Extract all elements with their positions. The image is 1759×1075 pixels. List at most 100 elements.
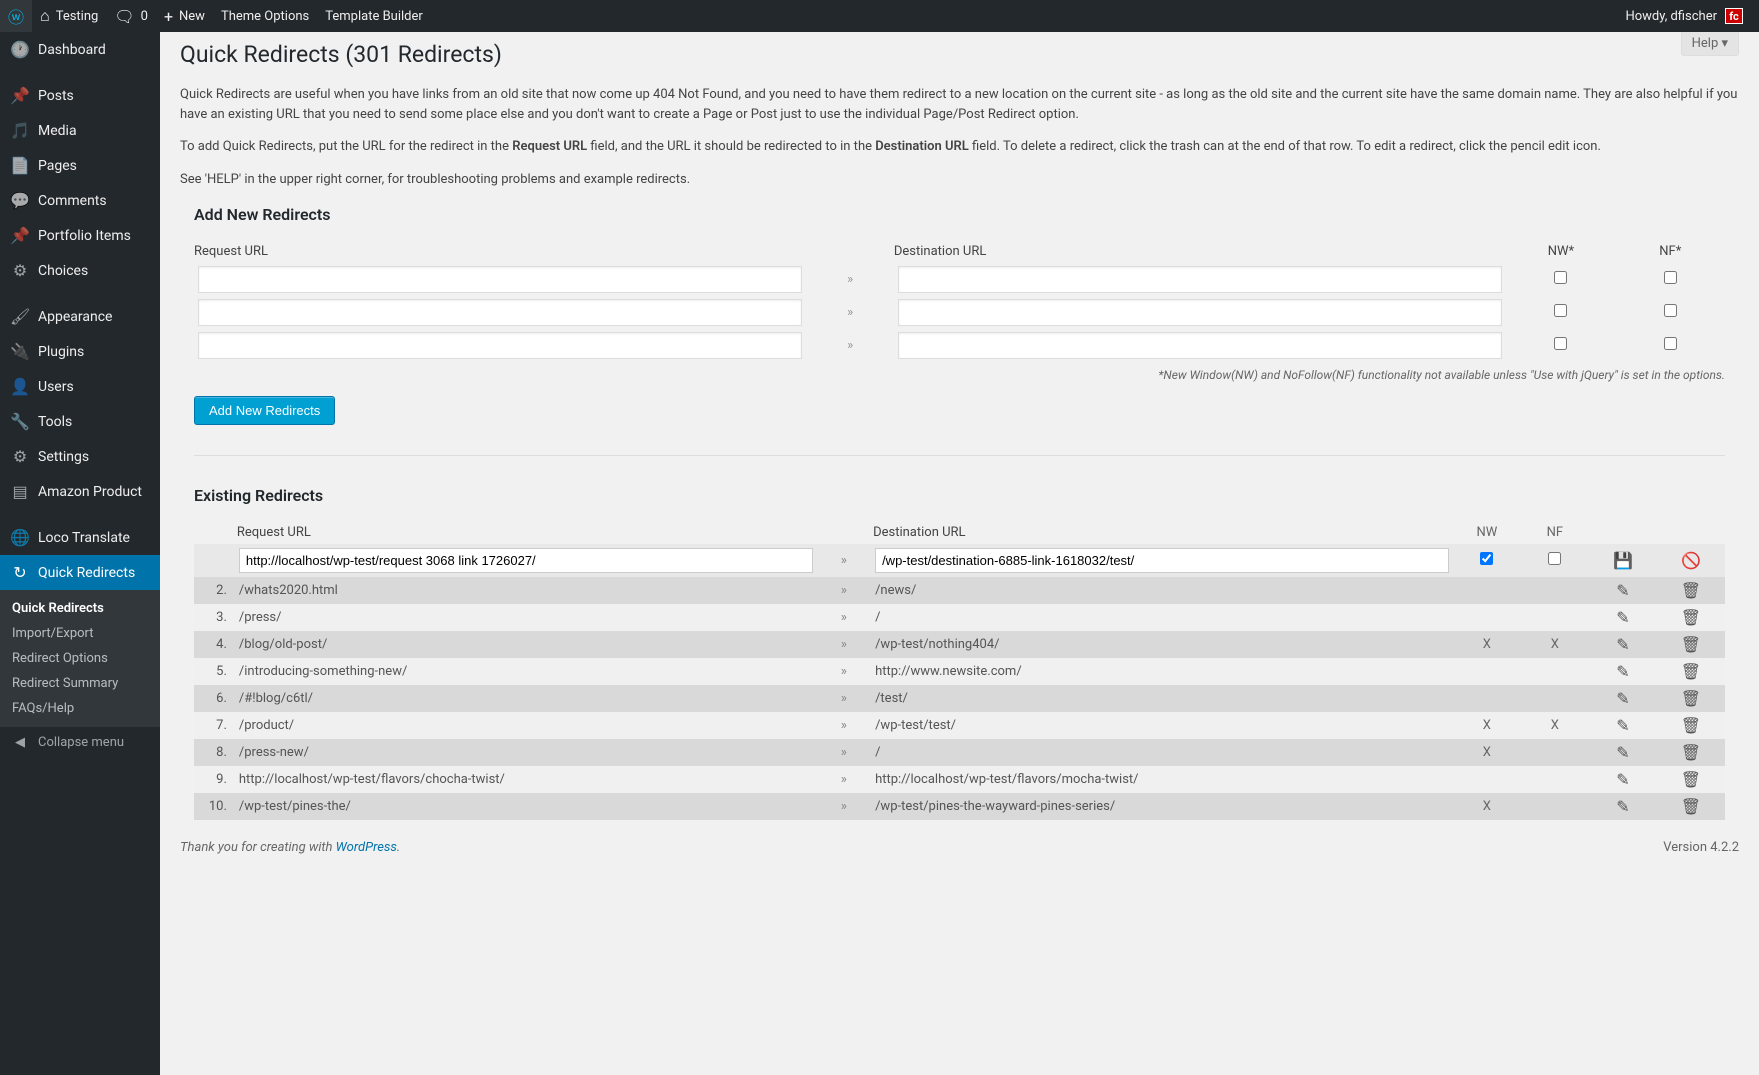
request-url-input-3[interactable] [198, 332, 802, 359]
row-nf [1521, 685, 1589, 712]
add-new-redirects-button[interactable]: Add New Redirects [194, 396, 335, 425]
sidebar-item-tools[interactable]: 🔧Tools [0, 404, 160, 439]
table-row: 7./product/»/wp-test/test/XX✎🗑 [194, 712, 1725, 739]
edit-nw-checkbox[interactable] [1480, 552, 1493, 565]
submenu-quick-redirects[interactable]: Quick Redirects [0, 596, 160, 621]
pin-icon: 📌 [10, 226, 30, 245]
row-nf: X [1521, 631, 1589, 658]
pencil-icon[interactable]: ✎ [1616, 770, 1629, 789]
site-name-link[interactable]: ⌂Testing [32, 0, 106, 32]
pencil-icon[interactable]: ✎ [1616, 662, 1629, 681]
pencil-icon[interactable]: ✎ [1616, 716, 1629, 735]
cancel-icon[interactable]: 🚫 [1681, 551, 1701, 570]
trash-icon[interactable]: 🗑 [1681, 716, 1701, 735]
wp-logo[interactable]: ⓦ [0, 0, 32, 32]
pencil-icon[interactable]: ✎ [1616, 581, 1629, 600]
pencil-icon[interactable]: ✎ [1616, 608, 1629, 627]
main-content: Quick Redirects (301 Redirects) Quick Re… [160, 32, 1759, 820]
row-nw: X [1453, 712, 1521, 739]
trash-icon[interactable]: 🗑 [1681, 635, 1701, 654]
pencil-icon[interactable]: ✎ [1616, 635, 1629, 654]
submenu-redirect-summary[interactable]: Redirect Summary [0, 671, 160, 696]
help-tab[interactable]: Help ▾ [1681, 32, 1739, 56]
trash-icon[interactable]: 🗑 [1681, 743, 1701, 762]
nw-checkbox-1[interactable] [1554, 271, 1567, 284]
destination-url-input-3[interactable] [898, 332, 1502, 359]
destination-url-input-2[interactable] [898, 299, 1502, 326]
comments-link[interactable]: 🗨0 [106, 0, 156, 32]
save-icon[interactable]: 💾 [1613, 551, 1633, 570]
site-name: Testing [56, 9, 99, 24]
edit-destination-input[interactable] [875, 548, 1449, 573]
nf-checkbox-3[interactable] [1664, 337, 1677, 350]
comment-icon: 🗨 [114, 7, 134, 26]
row-destination: /wp-test/nothing404/ [871, 631, 1453, 658]
edit-request-input[interactable] [239, 548, 813, 573]
page-title: Quick Redirects (301 Redirects) [180, 32, 1739, 72]
nf-label: NF* [1659, 244, 1681, 259]
nw-checkbox-3[interactable] [1554, 337, 1567, 350]
row-nf [1521, 658, 1589, 685]
trash-icon[interactable]: 🗑 [1681, 770, 1701, 789]
sidebar-item-users[interactable]: 👤Users [0, 369, 160, 404]
row-request: /press-new/ [235, 739, 817, 766]
intro-paragraph-3: See 'HELP' in the upper right corner, fo… [180, 170, 1739, 190]
plus-icon: + [164, 7, 173, 26]
wordpress-link[interactable]: WordPress [336, 840, 397, 855]
sidebar-item-quick-redirects[interactable]: ↻Quick Redirects [0, 555, 160, 590]
existing-heading: Existing Redirects [194, 486, 1725, 505]
pin-icon: 📌 [10, 86, 30, 105]
sidebar-item-settings[interactable]: ⚙Settings [0, 439, 160, 474]
sidebar-item-dashboard[interactable]: 🕐Dashboard [0, 32, 160, 67]
submenu-import-export[interactable]: Import/Export [0, 621, 160, 646]
nf-checkbox-2[interactable] [1664, 304, 1677, 317]
row-destination: http://www.newsite.com/ [871, 658, 1453, 685]
trash-icon[interactable]: 🗑 [1681, 608, 1701, 627]
destination-url-label: Destination URL [894, 244, 986, 259]
request-url-input-1[interactable] [198, 266, 802, 293]
template-builder-link[interactable]: Template Builder [317, 0, 431, 32]
sidebar-item-choices[interactable]: ⚙Choices [0, 253, 160, 288]
request-url-label: Request URL [194, 244, 268, 259]
row-destination: / [871, 739, 1453, 766]
sidebar-item-media[interactable]: 🎵Media [0, 113, 160, 148]
sidebar-item-appearance[interactable]: 🖌Appearance [0, 299, 160, 334]
row-nf [1521, 604, 1589, 631]
nw-checkbox-2[interactable] [1554, 304, 1567, 317]
row-number: 6. [194, 685, 235, 712]
sidebar-item-comments[interactable]: 💬Comments [0, 183, 160, 218]
trash-icon[interactable]: 🗑 [1681, 797, 1701, 816]
collapse-menu[interactable]: ◀Collapse menu [0, 727, 160, 758]
trash-icon[interactable]: 🗑 [1681, 581, 1701, 600]
row-number: 5. [194, 658, 235, 685]
pencil-icon[interactable]: ✎ [1616, 797, 1629, 816]
nf-checkbox-1[interactable] [1664, 271, 1677, 284]
existing-redirects-table: Request URL Destination URL NW NF » 💾 [194, 521, 1725, 820]
sidebar-item-posts[interactable]: 📌Posts [0, 78, 160, 113]
sidebar-item-amazon[interactable]: ▤Amazon Product [0, 474, 160, 509]
sidebar-item-loco[interactable]: 🌐Loco Translate [0, 520, 160, 555]
plugin-icon: 🔌 [10, 342, 30, 361]
sidebar-item-portfolio[interactable]: 📌Portfolio Items [0, 218, 160, 253]
submenu-faqs-help[interactable]: FAQs/Help [0, 696, 160, 721]
new-content-link[interactable]: +New [156, 0, 213, 32]
edit-nf-checkbox[interactable] [1548, 552, 1561, 565]
sidebar-item-plugins[interactable]: 🔌Plugins [0, 334, 160, 369]
pencil-icon[interactable]: ✎ [1616, 743, 1629, 762]
row-number: 7. [194, 712, 235, 739]
destination-url-input-1[interactable] [898, 266, 1502, 293]
theme-options-link[interactable]: Theme Options [213, 0, 317, 32]
sidebar-submenu: Quick Redirects Import/Export Redirect O… [0, 590, 160, 727]
row-number: 4. [194, 631, 235, 658]
pencil-icon[interactable]: ✎ [1616, 689, 1629, 708]
trash-icon[interactable]: 🗑 [1681, 689, 1701, 708]
sidebar-item-pages[interactable]: 📄Pages [0, 148, 160, 183]
trash-icon[interactable]: 🗑 [1681, 662, 1701, 681]
request-url-input-2[interactable] [198, 299, 802, 326]
submenu-redirect-options[interactable]: Redirect Options [0, 646, 160, 671]
row-request: /wp-test/pines-the/ [235, 793, 817, 820]
translate-icon: 🌐 [10, 528, 30, 547]
admin-sidebar: 🕐Dashboard 📌Posts 🎵Media 📄Pages 💬Comment… [0, 32, 160, 1075]
user-account-link[interactable]: Howdy, dfischerfc [1617, 0, 1751, 32]
row-destination: /wp-test/pines-the-wayward-pines-series/ [871, 793, 1453, 820]
